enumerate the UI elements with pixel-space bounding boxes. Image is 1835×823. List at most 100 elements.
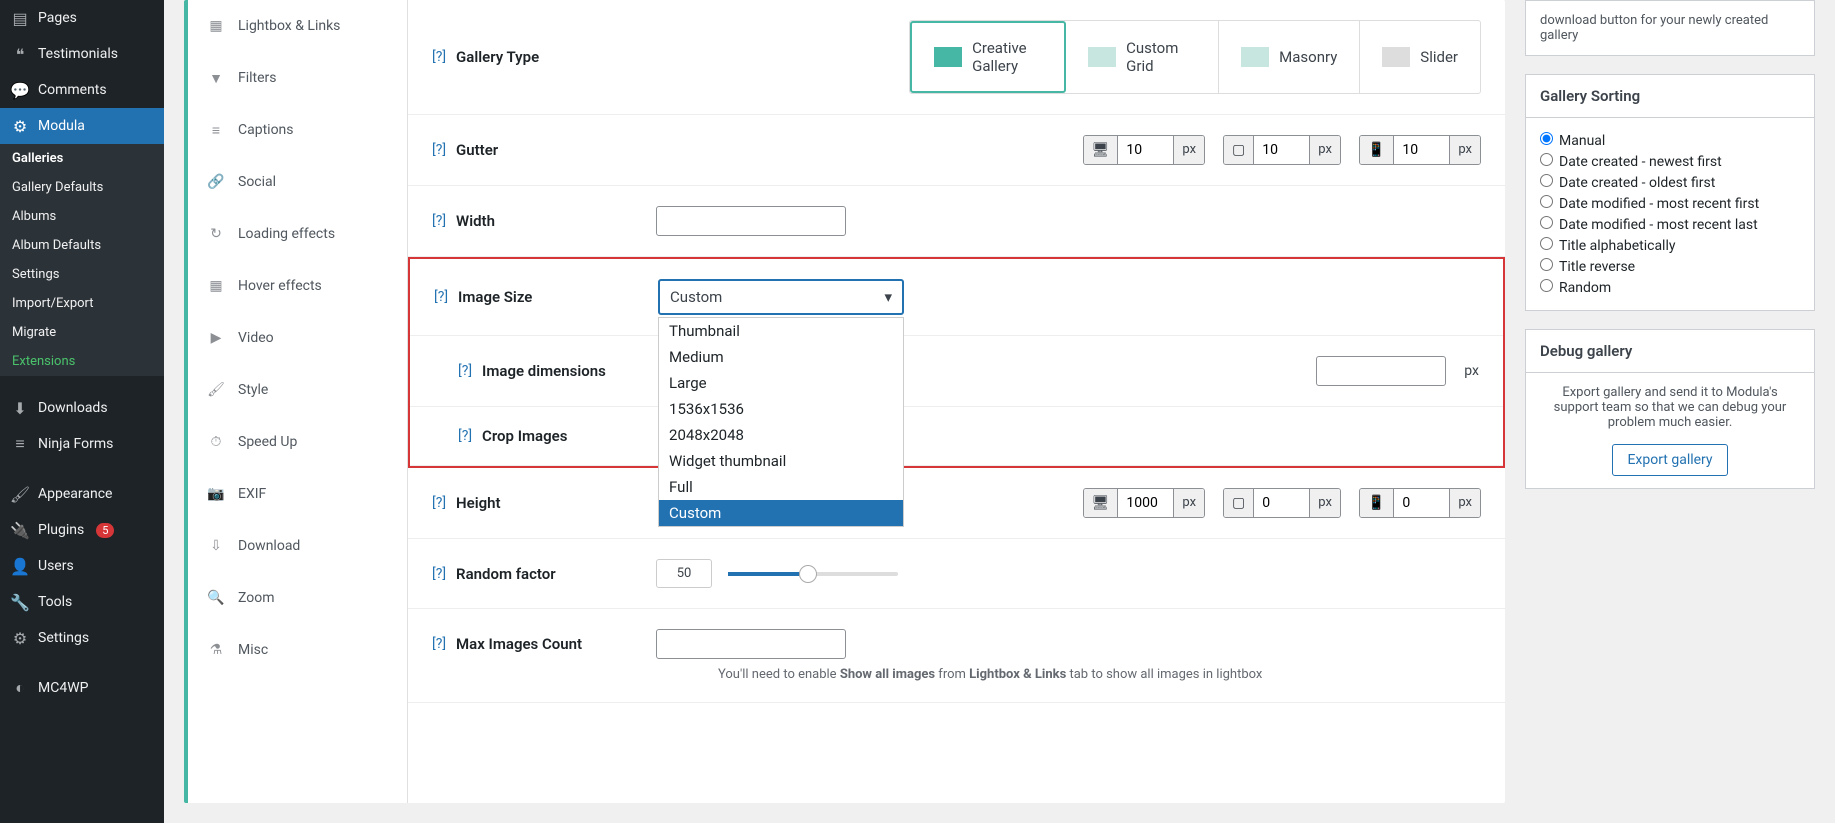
option-thumbnail[interactable]: Thumbnail [659,318,903,344]
export-gallery-button[interactable]: Export gallery [1612,444,1727,476]
submenu-gallery-defaults[interactable]: Gallery Defaults [0,173,164,202]
sort-radio[interactable] [1540,153,1553,166]
submenu-settings[interactable]: Settings [0,260,164,289]
help-icon[interactable]: [?] [432,636,446,652]
sort-radio[interactable] [1540,258,1553,271]
option-2048[interactable]: 2048x2048 [659,422,903,448]
quote-icon: ❝ [10,44,30,64]
sidebar-item-users[interactable]: 👤Users [0,548,164,584]
help-icon[interactable]: [?] [432,142,446,158]
tab-speed-up[interactable]: ⏱Speed Up [188,416,407,468]
help-icon[interactable]: [?] [432,566,446,582]
sort-date-newest[interactable]: Date created - newest first [1540,151,1800,172]
max-images-input[interactable] [656,629,846,659]
height-tablet-input[interactable] [1254,489,1309,517]
search-icon: 🔍 [206,588,226,608]
sort-title-reverse[interactable]: Title reverse [1540,256,1800,277]
sidebar-item-settings[interactable]: ⚙Settings [0,620,164,656]
comment-icon: 💬 [10,80,30,100]
sidebar-label: Testimonials [38,46,118,62]
help-icon[interactable]: [?] [458,428,472,444]
tab-video[interactable]: ▶Video [188,312,407,364]
submenu-extensions[interactable]: Extensions [0,347,164,376]
image-dim-input[interactable] [1316,356,1446,386]
gutter-desktop-input[interactable] [1118,136,1173,164]
gt-label: Custom Grid [1126,39,1196,75]
sidebar-item-pages[interactable]: ▤Pages [0,0,164,36]
tab-zoom[interactable]: 🔍 Zoom [188,572,407,624]
grid-icon [1088,47,1116,67]
sidebar-item-appearance[interactable]: 🖌Appearance [0,476,164,512]
sort-modified-recent-first[interactable]: Date modified - most recent first [1540,193,1800,214]
sort-radio[interactable] [1540,216,1553,229]
sidebar-item-downloads[interactable]: ⬇Downloads [0,390,164,426]
sort-title-alpha[interactable]: Title alphabetically [1540,235,1800,256]
tab-hover-effects[interactable]: ▦Hover effects [188,260,407,312]
row-crop-images: [?] Crop Images [410,407,1503,466]
sort-radio[interactable] [1540,195,1553,208]
sort-modified-recent-last[interactable]: Date modified - most recent last [1540,214,1800,235]
sort-radio[interactable] [1540,237,1553,250]
image-size-select[interactable]: Custom [658,279,904,315]
tab-loading-effects[interactable]: ↻Loading effects [188,208,407,260]
sort-manual[interactable]: Manual [1540,130,1800,151]
highlighted-section: [?] Image Size Custom Thumbnail Medium L… [408,257,1505,468]
gallery-type-masonry[interactable]: Masonry [1219,21,1360,93]
slider-thumb[interactable] [799,565,817,583]
sidebar-item-plugins[interactable]: 🔌Plugins5 [0,512,164,548]
option-large[interactable]: Large [659,370,903,396]
gallery-type-creative[interactable]: Creative Gallery [910,21,1066,93]
sidebar-item-ninja-forms[interactable]: ≡Ninja Forms [0,426,164,462]
sort-radio[interactable] [1540,279,1553,292]
tab-label: Video [238,330,274,346]
option-full[interactable]: Full [659,474,903,500]
height-desktop-input[interactable] [1118,489,1173,517]
submenu-migrate[interactable]: Migrate [0,318,164,347]
sidebar-item-mc4wp[interactable]: ◐MC4WP [0,670,164,706]
gear-icon: ⚙ [10,116,30,136]
help-icon[interactable]: [?] [434,289,448,305]
sort-random[interactable]: Random [1540,277,1800,298]
sort-radio[interactable] [1540,174,1553,187]
tab-captions[interactable]: ≡Captions [188,104,407,156]
funnel-icon: ▼ [206,68,226,88]
tab-download[interactable]: ⇩Download [188,520,407,572]
gallery-type-custom-grid[interactable]: Custom Grid [1066,21,1219,93]
gallery-type-slider[interactable]: Slider [1360,21,1480,93]
tab-label: Zoom [238,590,275,606]
gt-label: Creative Gallery [972,39,1042,75]
random-slider[interactable] [728,572,898,576]
tab-social[interactable]: 🔗Social [188,156,407,208]
option-custom[interactable]: Custom [659,500,903,526]
debug-title: Debug gallery [1526,330,1814,373]
gutter-desktop: 🖥px [1083,135,1205,165]
submenu-album-defaults[interactable]: Album Defaults [0,231,164,260]
mobile-icon: 📱 [1360,136,1394,164]
gutter-tablet-input[interactable] [1254,136,1309,164]
sidebar-item-modula[interactable]: ⚙Modula [0,108,164,144]
sort-radio[interactable] [1540,132,1553,145]
tab-lightbox-links[interactable]: ▦Lightbox & Links [188,0,407,52]
width-input[interactable] [656,206,846,236]
sidebar-item-tools[interactable]: 🔧Tools [0,584,164,620]
sidebar-item-comments[interactable]: 💬Comments [0,72,164,108]
tab-misc[interactable]: ⚗Misc [188,624,407,676]
help-icon[interactable]: [?] [432,49,446,65]
submenu-galleries[interactable]: Galleries [0,144,164,173]
tab-style[interactable]: 🖌Style [188,364,407,416]
option-medium[interactable]: Medium [659,344,903,370]
tab-filters[interactable]: ▼Filters [188,52,407,104]
submenu-import-export[interactable]: Import/Export [0,289,164,318]
height-mobile-input[interactable] [1394,489,1449,517]
submenu-albums[interactable]: Albums [0,202,164,231]
help-icon[interactable]: [?] [458,363,472,379]
help-icon[interactable]: [?] [432,213,446,229]
unit: px [1173,136,1204,164]
help-icon[interactable]: [?] [432,495,446,511]
option-widget-thumbnail[interactable]: Widget thumbnail [659,448,903,474]
sidebar-item-testimonials[interactable]: ❝ Testimonials [0,36,164,72]
gutter-mobile-input[interactable] [1394,136,1449,164]
tab-exif[interactable]: 📷EXIF [188,468,407,520]
option-1536[interactable]: 1536x1536 [659,396,903,422]
sort-date-oldest[interactable]: Date created - oldest first [1540,172,1800,193]
